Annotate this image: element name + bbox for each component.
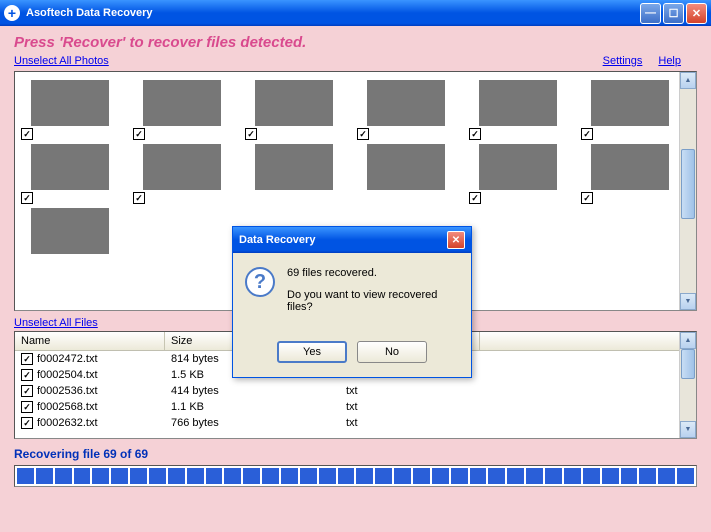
photo-thumb[interactable]: ✓ <box>255 80 333 126</box>
column-header-blank[interactable] <box>480 332 696 350</box>
dialog-line1: 69 files recovered. <box>287 267 459 279</box>
file-name: f0002472.txt <box>37 353 98 365</box>
file-size: 414 bytes <box>165 384 340 398</box>
photo-thumb[interactable]: ✓ <box>367 80 445 126</box>
minimize-button[interactable]: — <box>640 3 661 24</box>
photo-thumb[interactable] <box>367 144 445 190</box>
titlebar: + Asoftech Data Recovery — ☐ ✕ <box>0 0 711 26</box>
status-text: Recovering file 69 of 69 <box>14 447 697 461</box>
scroll-up-button[interactable]: ▲ <box>680 332 696 349</box>
photo-checkbox[interactable]: ✓ <box>245 128 257 140</box>
file-checkbox[interactable]: ✓ <box>21 417 33 429</box>
unselect-all-photos-link[interactable]: Unselect All Photos <box>14 55 109 67</box>
file-row[interactable]: ✓ f0002536.txt 414 bytestxt <box>15 383 696 399</box>
file-scrollbar[interactable]: ▲ ▼ <box>679 332 696 438</box>
dialog-close-button[interactable]: ✕ <box>447 231 465 249</box>
file-ext: txt <box>340 384 480 398</box>
file-ext: txt <box>340 400 480 414</box>
file-ext: txt <box>340 416 480 430</box>
photo-thumb[interactable]: ✓ <box>591 144 669 190</box>
scroll-down-button[interactable]: ▼ <box>680 421 696 438</box>
photo-thumb[interactable] <box>255 144 333 190</box>
photo-thumb[interactable]: ✓ <box>143 144 221 190</box>
file-checkbox[interactable]: ✓ <box>21 369 33 381</box>
photo-thumb[interactable]: ✓ <box>143 80 221 126</box>
file-size: 1.1 KB <box>165 400 340 414</box>
file-name: f0002504.txt <box>37 369 98 381</box>
maximize-button[interactable]: ☐ <box>663 3 684 24</box>
close-button[interactable]: ✕ <box>686 3 707 24</box>
scroll-up-button[interactable]: ▲ <box>680 72 696 89</box>
dialog-title: Data Recovery <box>239 234 315 246</box>
photo-thumb[interactable]: ✓ <box>31 144 109 190</box>
file-checkbox[interactable]: ✓ <box>21 385 33 397</box>
file-name: f0002568.txt <box>37 401 98 413</box>
file-row[interactable]: ✓ f0002568.txt 1.1 KBtxt <box>15 399 696 415</box>
photo-checkbox[interactable]: ✓ <box>133 128 145 140</box>
progress-bar <box>14 465 697 487</box>
photo-checkbox[interactable]: ✓ <box>133 192 145 204</box>
help-link[interactable]: Help <box>658 55 681 67</box>
file-checkbox[interactable]: ✓ <box>21 401 33 413</box>
file-row[interactable]: ✓ f0002632.txt 766 bytestxt <box>15 415 696 431</box>
no-button[interactable]: No <box>357 341 427 363</box>
column-header-name[interactable]: Name <box>15 332 165 350</box>
photo-checkbox[interactable]: ✓ <box>581 192 593 204</box>
dialog-line2: Do you want to view recovered files? <box>287 289 459 313</box>
app-icon: + <box>4 5 20 21</box>
photo-checkbox[interactable]: ✓ <box>469 192 481 204</box>
scroll-down-button[interactable]: ▼ <box>680 293 696 310</box>
file-name: f0002632.txt <box>37 417 98 429</box>
photo-thumb[interactable]: ✓ <box>479 80 557 126</box>
settings-link[interactable]: Settings <box>603 55 643 67</box>
file-checkbox[interactable]: ✓ <box>21 353 33 365</box>
photo-thumb[interactable] <box>31 208 109 254</box>
yes-button[interactable]: Yes <box>277 341 347 363</box>
photo-checkbox[interactable]: ✓ <box>357 128 369 140</box>
photo-checkbox[interactable]: ✓ <box>469 128 481 140</box>
recovery-dialog: Data Recovery ✕ ? 69 files recovered. Do… <box>232 226 472 378</box>
photo-scrollbar[interactable]: ▲ ▼ <box>679 72 696 310</box>
photo-thumb[interactable]: ✓ <box>31 80 109 126</box>
scroll-thumb[interactable] <box>681 349 695 379</box>
unselect-all-files-link[interactable]: Unselect All Files <box>14 317 98 329</box>
scroll-thumb[interactable] <box>681 149 695 219</box>
photo-checkbox[interactable]: ✓ <box>581 128 593 140</box>
window-title: Asoftech Data Recovery <box>26 7 153 19</box>
photo-thumb[interactable]: ✓ <box>479 144 557 190</box>
photo-checkbox[interactable]: ✓ <box>21 192 33 204</box>
photo-checkbox[interactable]: ✓ <box>21 128 33 140</box>
instruction-text: Press 'Recover' to recover files detecte… <box>14 34 697 51</box>
file-name: f0002536.txt <box>37 385 98 397</box>
question-icon: ? <box>245 267 275 297</box>
photo-thumb[interactable]: ✓ <box>591 80 669 126</box>
file-size: 766 bytes <box>165 416 340 430</box>
